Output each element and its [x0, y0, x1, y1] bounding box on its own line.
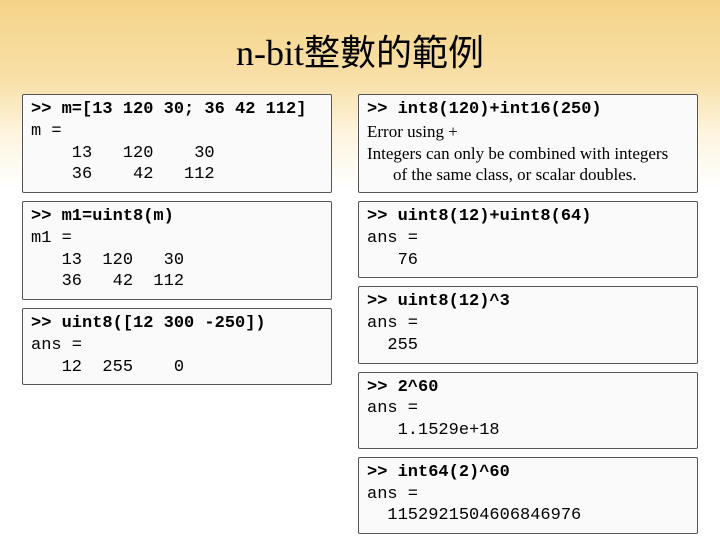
out: 36 42 112	[31, 164, 323, 186]
out: ans =	[367, 484, 689, 506]
cmd: >> m=[13 120 30; 36 42 112]	[31, 99, 323, 121]
err: Error using +	[367, 121, 689, 143]
code-box-uint8-add: >> uint8(12)+uint8(64) ans = 76	[358, 201, 698, 278]
code-box-mixed-int: >> int8(120)+int16(250) Error using + In…	[358, 94, 698, 193]
cmd: >> m1=uint8(m)	[31, 206, 323, 228]
code-box-uint8-array: >> uint8([12 300 -250]) ans = 12 255 0	[22, 308, 332, 385]
out: 1152921504606846976	[367, 505, 689, 527]
out: 255	[367, 335, 689, 357]
cmd: >> 2^60	[367, 377, 689, 399]
out: ans =	[31, 335, 323, 357]
out: ans =	[367, 228, 689, 250]
out: m1 =	[31, 228, 323, 250]
err: of the same class, or scalar doubles.	[367, 164, 689, 186]
cmd: >> uint8(12)^3	[367, 291, 689, 313]
out: 12 255 0	[31, 357, 323, 379]
out: ans =	[367, 398, 689, 420]
left-column: >> m=[13 120 30; 36 42 112] m = 13 120 3…	[22, 94, 332, 534]
code-box-double-pow: >> 2^60 ans = 1.1529e+18	[358, 372, 698, 449]
out: 36 42 112	[31, 271, 323, 293]
code-box-m-assign: >> m=[13 120 30; 36 42 112] m = 13 120 3…	[22, 94, 332, 193]
cmd: >> uint8([12 300 -250])	[31, 313, 323, 335]
cmd: >> uint8(12)+uint8(64)	[367, 206, 689, 228]
out: ans =	[367, 313, 689, 335]
cmd: >> int8(120)+int16(250)	[367, 99, 689, 121]
right-column: >> int8(120)+int16(250) Error using + In…	[358, 94, 698, 534]
cmd: >> int64(2)^60	[367, 462, 689, 484]
out: 76	[367, 250, 689, 272]
code-box-uint8-m: >> m1=uint8(m) m1 = 13 120 30 36 42 112	[22, 201, 332, 300]
out: 13 120 30	[31, 143, 323, 165]
out: 13 120 30	[31, 250, 323, 272]
err: Integers can only be combined with integ…	[367, 143, 689, 165]
slide-title: n-bit整數的範例	[0, 0, 720, 94]
content-area: >> m=[13 120 30; 36 42 112] m = 13 120 3…	[0, 94, 720, 534]
out: m =	[31, 121, 323, 143]
out: 1.1529e+18	[367, 420, 689, 442]
code-box-uint8-pow: >> uint8(12)^3 ans = 255	[358, 286, 698, 363]
code-box-int64-pow: >> int64(2)^60 ans = 1152921504606846976	[358, 457, 698, 534]
